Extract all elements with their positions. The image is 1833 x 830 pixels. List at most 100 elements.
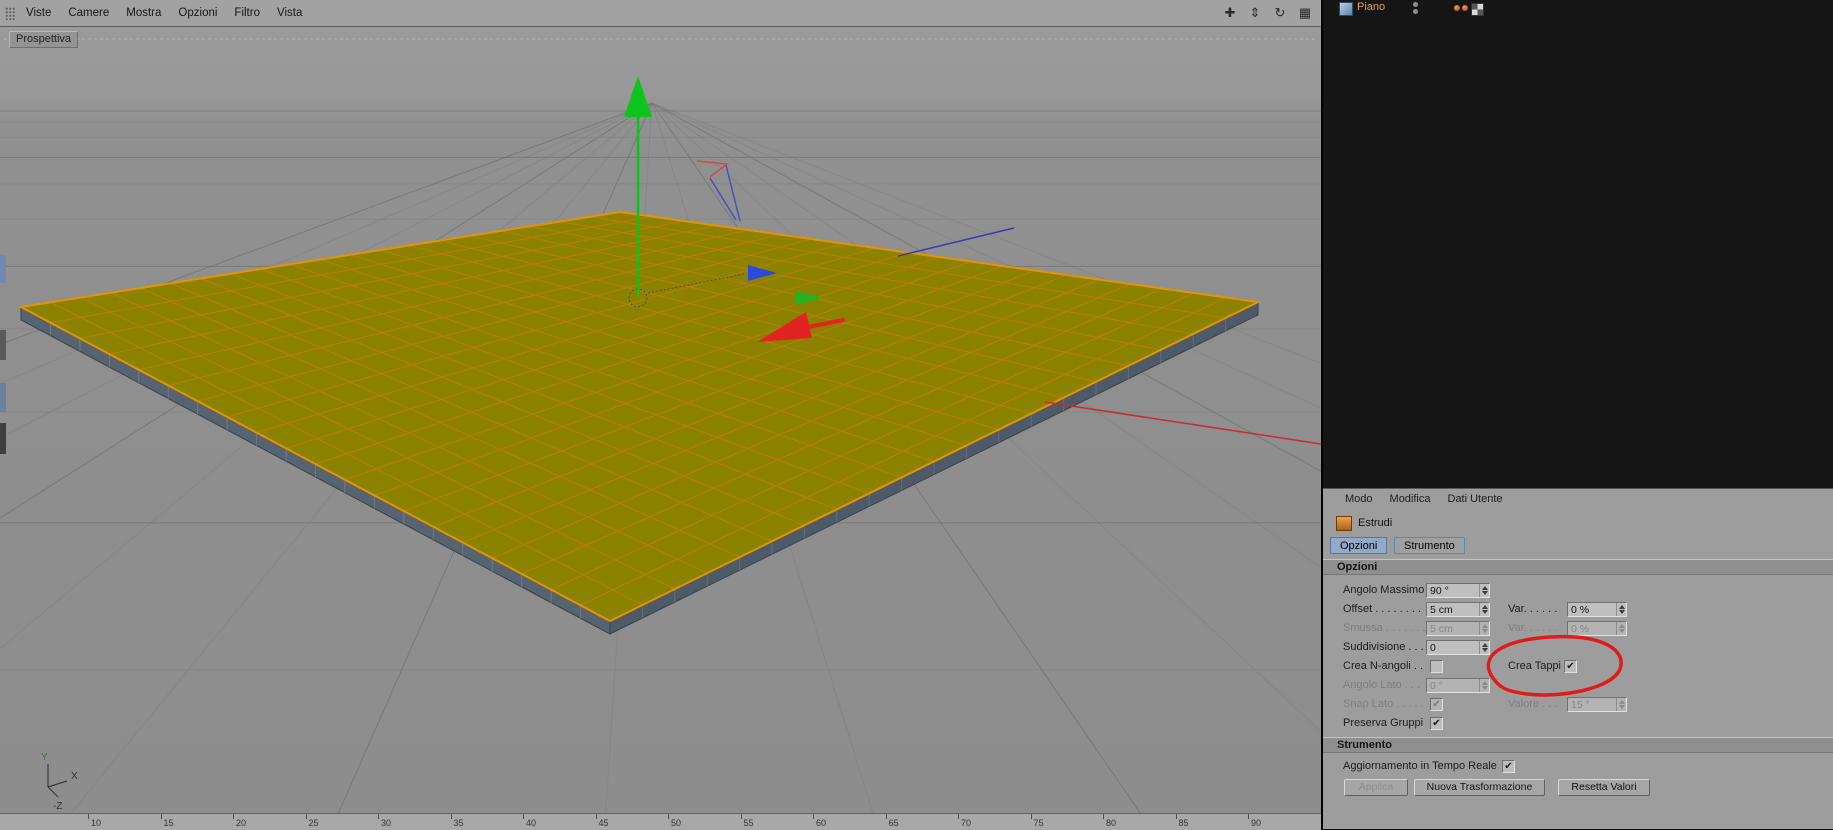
spinner-icon[interactable] (1479, 603, 1489, 616)
menu-camere[interactable]: Camere (68, 7, 109, 19)
object-name[interactable]: Piano (1357, 1, 1385, 13)
ruler-tick-mark (88, 814, 89, 819)
ruler-tick-label: 50 (671, 818, 682, 828)
smussa-var-label: Var. . . . . . (1508, 622, 1558, 634)
left-edge-palette (0, 423, 6, 454)
angolo-massimo-value: 90 ° (1430, 585, 1449, 597)
section-header-opzioni[interactable]: Opzioni (1323, 559, 1833, 575)
ruler-tick-label: 45 (598, 818, 609, 828)
offset-label: Offset . . . . . . . . (1343, 603, 1422, 615)
smussa-var-field: 0 % (1567, 621, 1627, 636)
spinner-icon[interactable] (1616, 603, 1626, 616)
ruler-tick-label: 90 (1251, 818, 1262, 828)
visibility-dots-icon[interactable] (1413, 2, 1418, 14)
menu-opzioni[interactable]: Opzioni (178, 7, 217, 19)
ruler-tick-label: 10 (91, 818, 102, 828)
zoom-icon[interactable]: ⇕ (1247, 3, 1263, 22)
smussa-label: Smussa . . . . . . . (1343, 622, 1426, 634)
preserva-gruppi-checkbox[interactable]: ✔ (1430, 717, 1443, 730)
tab-strumento[interactable]: Strumento (1394, 537, 1465, 554)
ruler-tick-label: 20 (236, 818, 247, 828)
tab-modo[interactable]: Modo (1345, 493, 1373, 505)
offset-var-field[interactable]: 0 % (1567, 602, 1627, 617)
ruler-tick-mark (305, 814, 307, 819)
spinner-icon (1479, 622, 1489, 635)
maximize-icon[interactable]: ▦ (1297, 3, 1313, 22)
timeline-ruler[interactable]: 10 15 20 25 30 35 40 45 50 55 60 65 70 75 80 85 90 (0, 813, 1321, 830)
suddivisione-value: 0 (1430, 642, 1436, 654)
viewport-controls: ✚ ⇕ ↻ ▦ (1222, 3, 1313, 22)
smussa-field: 5 cm (1426, 621, 1490, 636)
ruler-tick-mark (233, 814, 234, 819)
angolo-massimo-field[interactable]: 90 ° (1426, 583, 1490, 598)
svg-text:Y: Y (41, 752, 48, 763)
ruler-tick-label: 35 (453, 818, 464, 828)
viewport-panel: Y -Z X Viste Camere Mostra Opzioni Filtro … (0, 0, 1321, 830)
offset-value: 5 cm (1430, 604, 1453, 616)
plane-object-icon[interactable] (1339, 2, 1353, 16)
ruler-tick-mark (958, 814, 959, 819)
menu-vista[interactable]: Vista (277, 7, 302, 19)
row-crea: Crea N-angoli . . Crea Tappi ✔ (1323, 657, 1833, 676)
extrude-tool-icon (1336, 516, 1352, 531)
offset-var-value: 0 % (1571, 604, 1590, 616)
tab-modifica[interactable]: Modifica (1390, 493, 1431, 505)
ruler-tick-mark (668, 814, 669, 819)
ruler-tick-mark (523, 814, 524, 819)
valore-value: 15 ° (1571, 699, 1590, 711)
tab-dati-utente[interactable]: Dati Utente (1448, 493, 1503, 505)
rotate-icon[interactable]: ↻ (1272, 3, 1288, 22)
texture-tag-icon[interactable] (1471, 3, 1484, 16)
nuova-trasformazione-button[interactable]: Nuova Trasformazione (1414, 779, 1545, 796)
smussa-var-value: 0 % (1571, 623, 1590, 635)
svg-text:-Z: -Z (53, 801, 62, 812)
ruler-tick-mark (1030, 814, 1032, 819)
menu-mostra[interactable]: Mostra (126, 7, 161, 19)
ruler-tick-mark (740, 814, 742, 819)
crea-tappi-checkbox[interactable]: ✔ (1564, 660, 1577, 673)
ruler-tick-mark (595, 814, 597, 819)
menu-viste[interactable]: Viste (26, 7, 51, 19)
view-label: Prospettiva (9, 31, 79, 48)
applica-button: Applica (1344, 779, 1408, 796)
resetta-valori-button[interactable]: Resetta Valori (1558, 779, 1650, 796)
ruler-tick-label: 30 (381, 818, 392, 828)
drag-handle-icon[interactable] (5, 6, 16, 20)
angolo-lato-label: Angolo Lato . . . (1343, 679, 1421, 691)
spinner-icon (1479, 679, 1489, 692)
material-dot-icon[interactable] (1454, 5, 1460, 11)
menu-filtro[interactable]: Filtro (234, 7, 260, 19)
spinner-icon[interactable] (1479, 641, 1489, 654)
pan-icon[interactable]: ✚ (1222, 3, 1238, 22)
tempo-reale-checkbox[interactable]: ✔ (1502, 760, 1515, 773)
valore-field: 15 ° (1567, 697, 1627, 712)
ruler-tick-label: 55 (743, 818, 754, 828)
preserva-gruppi-label: Preserva Gruppi (1343, 717, 1424, 729)
section-header-strumento[interactable]: Strumento (1323, 737, 1833, 753)
spinner-icon[interactable] (1479, 584, 1489, 597)
left-edge-palette (0, 330, 6, 360)
object-manager-panel: Piano (1323, 0, 1833, 488)
row-suddivisione: Suddivisione . . . 0 (1323, 638, 1833, 657)
svg-text:X: X (71, 771, 78, 782)
row-smussa: Smussa . . . . . . . 5 cm Var. . . . . .… (1323, 619, 1833, 638)
viewport-canvas[interactable]: Y -Z X (0, 0, 1321, 829)
ruler-tick-label: 75 (1033, 818, 1044, 828)
row-snap-lato: Snap Lato . . . . . ✔ Valore . . . 15 ° (1323, 695, 1833, 714)
angolo-massimo-label: Angolo Massimo (1343, 584, 1425, 596)
crea-n-angoli-checkbox[interactable] (1430, 660, 1443, 673)
ruler-tick-mark (885, 814, 887, 819)
left-edge-palette (0, 383, 6, 412)
ruler-tick-mark (1103, 814, 1104, 819)
ruler-tick-label: 70 (961, 818, 972, 828)
ruler-tick-mark (378, 814, 379, 819)
valore-label: Valore . . . (1508, 698, 1558, 710)
offset-var-label: Var. . . . . . (1508, 603, 1558, 615)
angolo-lato-value: 0 ° (1430, 680, 1443, 692)
offset-field[interactable]: 5 cm (1426, 602, 1490, 617)
material-dot-icon[interactable] (1462, 5, 1468, 11)
spinner-icon (1616, 698, 1626, 711)
ruler-tick-label: 15 (163, 818, 174, 828)
suddivisione-field[interactable]: 0 (1426, 640, 1490, 655)
tab-opzioni[interactable]: Opzioni (1330, 537, 1388, 554)
